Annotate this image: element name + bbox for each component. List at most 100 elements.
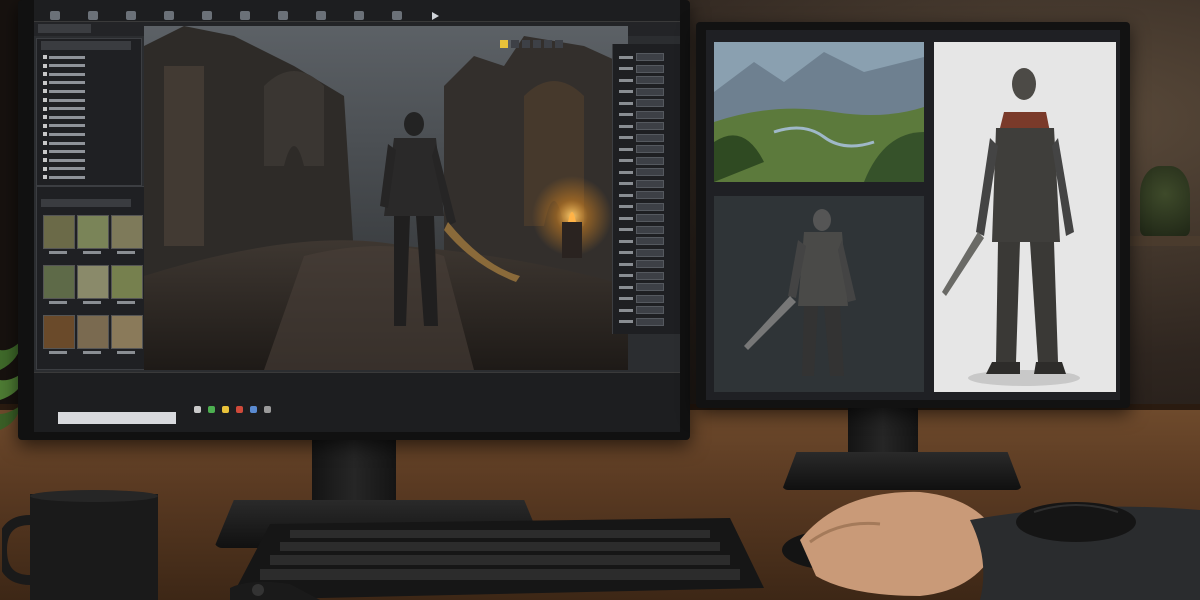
viewport-toolbar-chip[interactable] xyxy=(555,40,563,48)
toolbar-button-source[interactable] xyxy=(76,1,110,21)
editor-tab[interactable] xyxy=(38,24,91,33)
status-icon[interactable] xyxy=(264,406,271,413)
details-property-row[interactable] xyxy=(619,179,664,188)
toolbar-button-play[interactable] xyxy=(418,1,452,21)
toolbar-button-blueprints[interactable] xyxy=(266,1,300,21)
outliner-item[interactable] xyxy=(43,70,85,78)
details-property-row[interactable] xyxy=(619,260,664,268)
details-property-row[interactable] xyxy=(619,237,664,245)
second-mouse[interactable] xyxy=(1014,498,1138,542)
toolbar-button-marketplace[interactable] xyxy=(190,1,224,21)
outliner-item[interactable] xyxy=(43,130,85,138)
toolbar-button-content[interactable] xyxy=(152,1,186,21)
status-icon[interactable] xyxy=(222,406,229,413)
property-field[interactable] xyxy=(636,168,664,176)
keyboard[interactable] xyxy=(230,518,764,600)
outliner-search-input[interactable] xyxy=(41,41,131,50)
outliner-item[interactable] xyxy=(43,173,85,181)
outliner-item[interactable] xyxy=(43,113,85,121)
outliner-item[interactable] xyxy=(43,96,85,104)
asset-thumbnail[interactable] xyxy=(43,215,75,249)
details-property-row[interactable] xyxy=(619,214,664,222)
asset-thumbnail[interactable] xyxy=(43,315,75,349)
status-icon[interactable] xyxy=(208,406,215,413)
outliner-item[interactable] xyxy=(43,62,85,70)
details-property-row[interactable] xyxy=(619,156,664,165)
details-property-row[interactable] xyxy=(619,53,664,61)
asset-thumbnail[interactable] xyxy=(43,265,75,299)
property-field[interactable] xyxy=(636,122,664,130)
details-property-row[interactable] xyxy=(619,110,664,119)
details-property-row[interactable] xyxy=(619,64,664,73)
property-field[interactable] xyxy=(636,191,664,199)
details-property-row[interactable] xyxy=(619,76,664,84)
property-field[interactable] xyxy=(636,133,664,142)
outliner-item[interactable] xyxy=(43,87,85,95)
details-property-row[interactable] xyxy=(619,248,664,257)
property-field[interactable] xyxy=(636,99,664,107)
outliner-item[interactable] xyxy=(43,105,85,113)
viewport-toolbar-chip[interactable] xyxy=(511,40,519,48)
toolbar-button-cinematics[interactable] xyxy=(304,1,338,21)
outliner-item[interactable] xyxy=(43,148,85,156)
details-property-row[interactable] xyxy=(619,202,664,211)
property-field[interactable] xyxy=(636,260,664,268)
details-property-row[interactable] xyxy=(619,191,664,199)
asset-thumbnail[interactable] xyxy=(77,315,109,349)
asset-thumbnail[interactable] xyxy=(111,215,143,249)
property-field[interactable] xyxy=(636,64,664,73)
property-field[interactable] xyxy=(636,271,664,280)
viewport-toolbar-chip[interactable] xyxy=(500,40,508,48)
outliner-item[interactable] xyxy=(43,165,85,173)
property-field[interactable] xyxy=(636,156,664,165)
details-property-row[interactable] xyxy=(619,271,664,280)
property-field[interactable] xyxy=(636,306,664,314)
asset-thumbnail[interactable] xyxy=(111,315,143,349)
outliner-item[interactable] xyxy=(43,53,85,61)
details-property-row[interactable] xyxy=(619,87,664,96)
status-icon[interactable] xyxy=(250,406,257,413)
property-field[interactable] xyxy=(636,87,664,96)
property-field[interactable] xyxy=(636,76,664,84)
toolbar-button-settings[interactable] xyxy=(228,1,262,21)
status-icon[interactable] xyxy=(194,406,201,413)
toolbar-button-build[interactable] xyxy=(342,1,376,21)
outliner-item[interactable] xyxy=(43,139,85,147)
property-field[interactable] xyxy=(636,110,664,119)
viewport-toolbar-chip[interactable] xyxy=(544,40,552,48)
details-property-row[interactable] xyxy=(619,317,664,326)
outliner-item[interactable] xyxy=(43,122,85,130)
property-field[interactable] xyxy=(636,317,664,326)
toolbar-button-modes[interactable] xyxy=(114,1,148,21)
property-field[interactable] xyxy=(636,53,664,61)
details-property-row[interactable] xyxy=(619,99,664,107)
details-property-row[interactable] xyxy=(619,294,664,303)
details-property-row[interactable] xyxy=(619,133,664,142)
details-property-row[interactable] xyxy=(619,283,664,291)
property-field[interactable] xyxy=(636,225,664,234)
level-viewport[interactable] xyxy=(144,26,628,370)
viewport-toolbar-chip[interactable] xyxy=(533,40,541,48)
property-field[interactable] xyxy=(636,145,664,153)
property-field[interactable] xyxy=(636,248,664,257)
asset-thumbnail[interactable] xyxy=(77,265,109,299)
property-field[interactable] xyxy=(636,179,664,188)
toolbar-button-compile[interactable] xyxy=(380,1,414,21)
asset-thumbnail[interactable] xyxy=(111,265,143,299)
outliner-item[interactable] xyxy=(43,156,85,164)
property-field[interactable] xyxy=(636,214,664,222)
viewport-toolbar-chip[interactable] xyxy=(522,40,530,48)
console-command-input[interactable] xyxy=(58,412,176,424)
details-property-row[interactable] xyxy=(619,145,664,153)
details-property-row[interactable] xyxy=(619,306,664,314)
details-property-row[interactable] xyxy=(619,168,664,176)
status-icon[interactable] xyxy=(236,406,243,413)
content-browser-path[interactable] xyxy=(41,199,131,207)
details-property-row[interactable] xyxy=(619,225,664,234)
outliner-item[interactable] xyxy=(43,79,85,87)
property-field[interactable] xyxy=(636,283,664,291)
toolbar-button-save[interactable] xyxy=(38,1,72,21)
asset-thumbnail[interactable] xyxy=(77,215,109,249)
property-field[interactable] xyxy=(636,202,664,211)
property-field[interactable] xyxy=(636,294,664,303)
